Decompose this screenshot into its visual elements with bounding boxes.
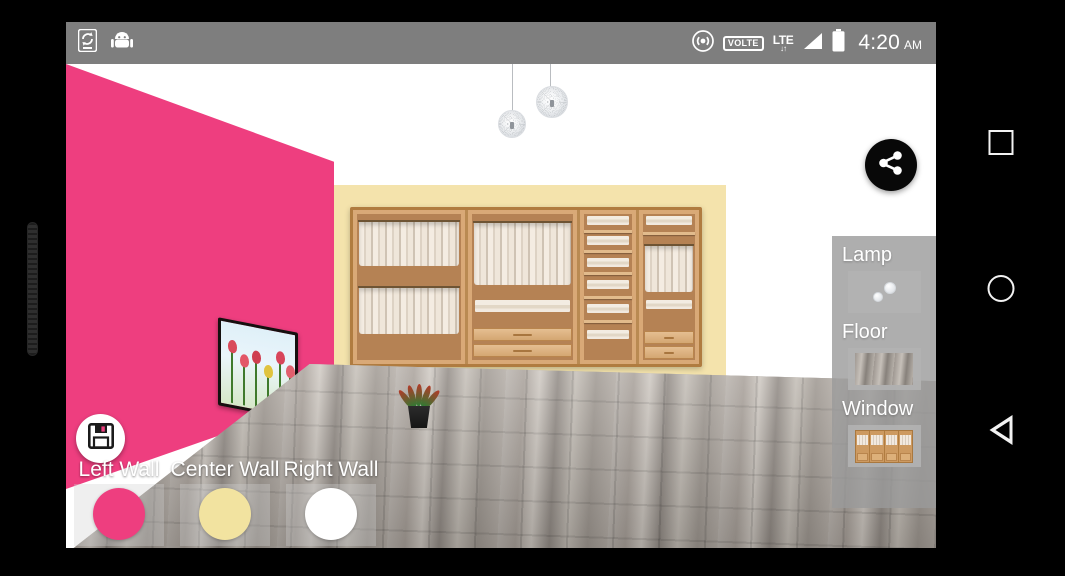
- battery-icon: [832, 29, 845, 57]
- wall-option-center[interactable]: Center Wall: [170, 456, 280, 548]
- object-label-window: Window: [842, 398, 914, 420]
- wall-option-right-label: Right Wall: [283, 458, 379, 481]
- wall-option-left[interactable]: Left Wall: [66, 456, 172, 548]
- wall-option-center-swatch[interactable]: [199, 488, 251, 540]
- android-head-icon: [111, 31, 133, 55]
- wall-option-left-swatch[interactable]: [93, 488, 145, 540]
- status-bar-left-icons: [77, 28, 133, 57]
- object-thumb-lamp[interactable]: [847, 271, 921, 313]
- volte-badge: VOLTE: [722, 35, 764, 51]
- center-wall-surface[interactable]: [328, 185, 726, 393]
- wardrobe-thumbnail-icon: [855, 429, 913, 463]
- room-preview[interactable]: Lamp Floor Window Left Wall Center Wall …: [66, 64, 936, 548]
- floppy-disk-icon: [87, 422, 114, 454]
- device-side-grille: [27, 222, 38, 356]
- lamp-object[interactable]: [466, 64, 626, 184]
- android-navigation-bar: [936, 0, 1065, 576]
- home-button[interactable]: [987, 275, 1014, 302]
- lte-icon: LTE ↓↑: [773, 34, 794, 53]
- wall-option-left-label: Left Wall: [78, 458, 160, 481]
- back-button[interactable]: [989, 415, 1012, 445]
- object-panel: Lamp Floor Window: [832, 236, 936, 508]
- clock-time: 4:20: [858, 31, 900, 54]
- recents-button[interactable]: [988, 130, 1013, 155]
- wall-picker: Left Wall Center Wall Right Wall: [66, 456, 501, 548]
- share-button[interactable]: [865, 139, 917, 191]
- clock-ampm: AM: [904, 38, 922, 52]
- status-bar-right-icons: VOLTE LTE ↓↑ 4:20 AM: [692, 29, 922, 57]
- pendant-lamp-thumbnail-icon: [871, 282, 897, 302]
- object-thumb-floor[interactable]: [847, 348, 921, 390]
- object-item-floor[interactable]: Floor: [832, 319, 936, 390]
- lte-arrows: ↓↑: [780, 43, 787, 53]
- wall-option-right-swatch[interactable]: [305, 488, 357, 540]
- phone-screen: VOLTE LTE ↓↑ 4:20 AM Lamp Floor Window L…: [66, 22, 936, 548]
- signal-icon: [802, 32, 823, 55]
- share-icon: [877, 149, 905, 182]
- device-frame: VOLTE LTE ↓↑ 4:20 AM Lamp Floor Window L…: [0, 0, 1065, 576]
- wood-floor-thumbnail-icon: [855, 353, 913, 385]
- hotspot-icon: [692, 29, 714, 57]
- object-label-lamp: Lamp: [842, 244, 893, 266]
- status-bar: VOLTE LTE ↓↑ 4:20 AM: [66, 22, 936, 64]
- wardrobe-object[interactable]: [350, 207, 702, 367]
- object-item-window[interactable]: Window: [832, 396, 936, 467]
- status-bar-clock: 4:20 AM: [858, 31, 922, 55]
- object-thumb-window[interactable]: [847, 425, 921, 467]
- plant-object: [396, 366, 442, 428]
- wall-option-center-label: Center Wall: [170, 458, 280, 481]
- object-item-lamp[interactable]: Lamp: [832, 242, 936, 313]
- wall-option-right[interactable]: Right Wall: [278, 456, 384, 548]
- object-label-floor: Floor: [842, 321, 888, 343]
- phone-sync-icon: [77, 28, 98, 57]
